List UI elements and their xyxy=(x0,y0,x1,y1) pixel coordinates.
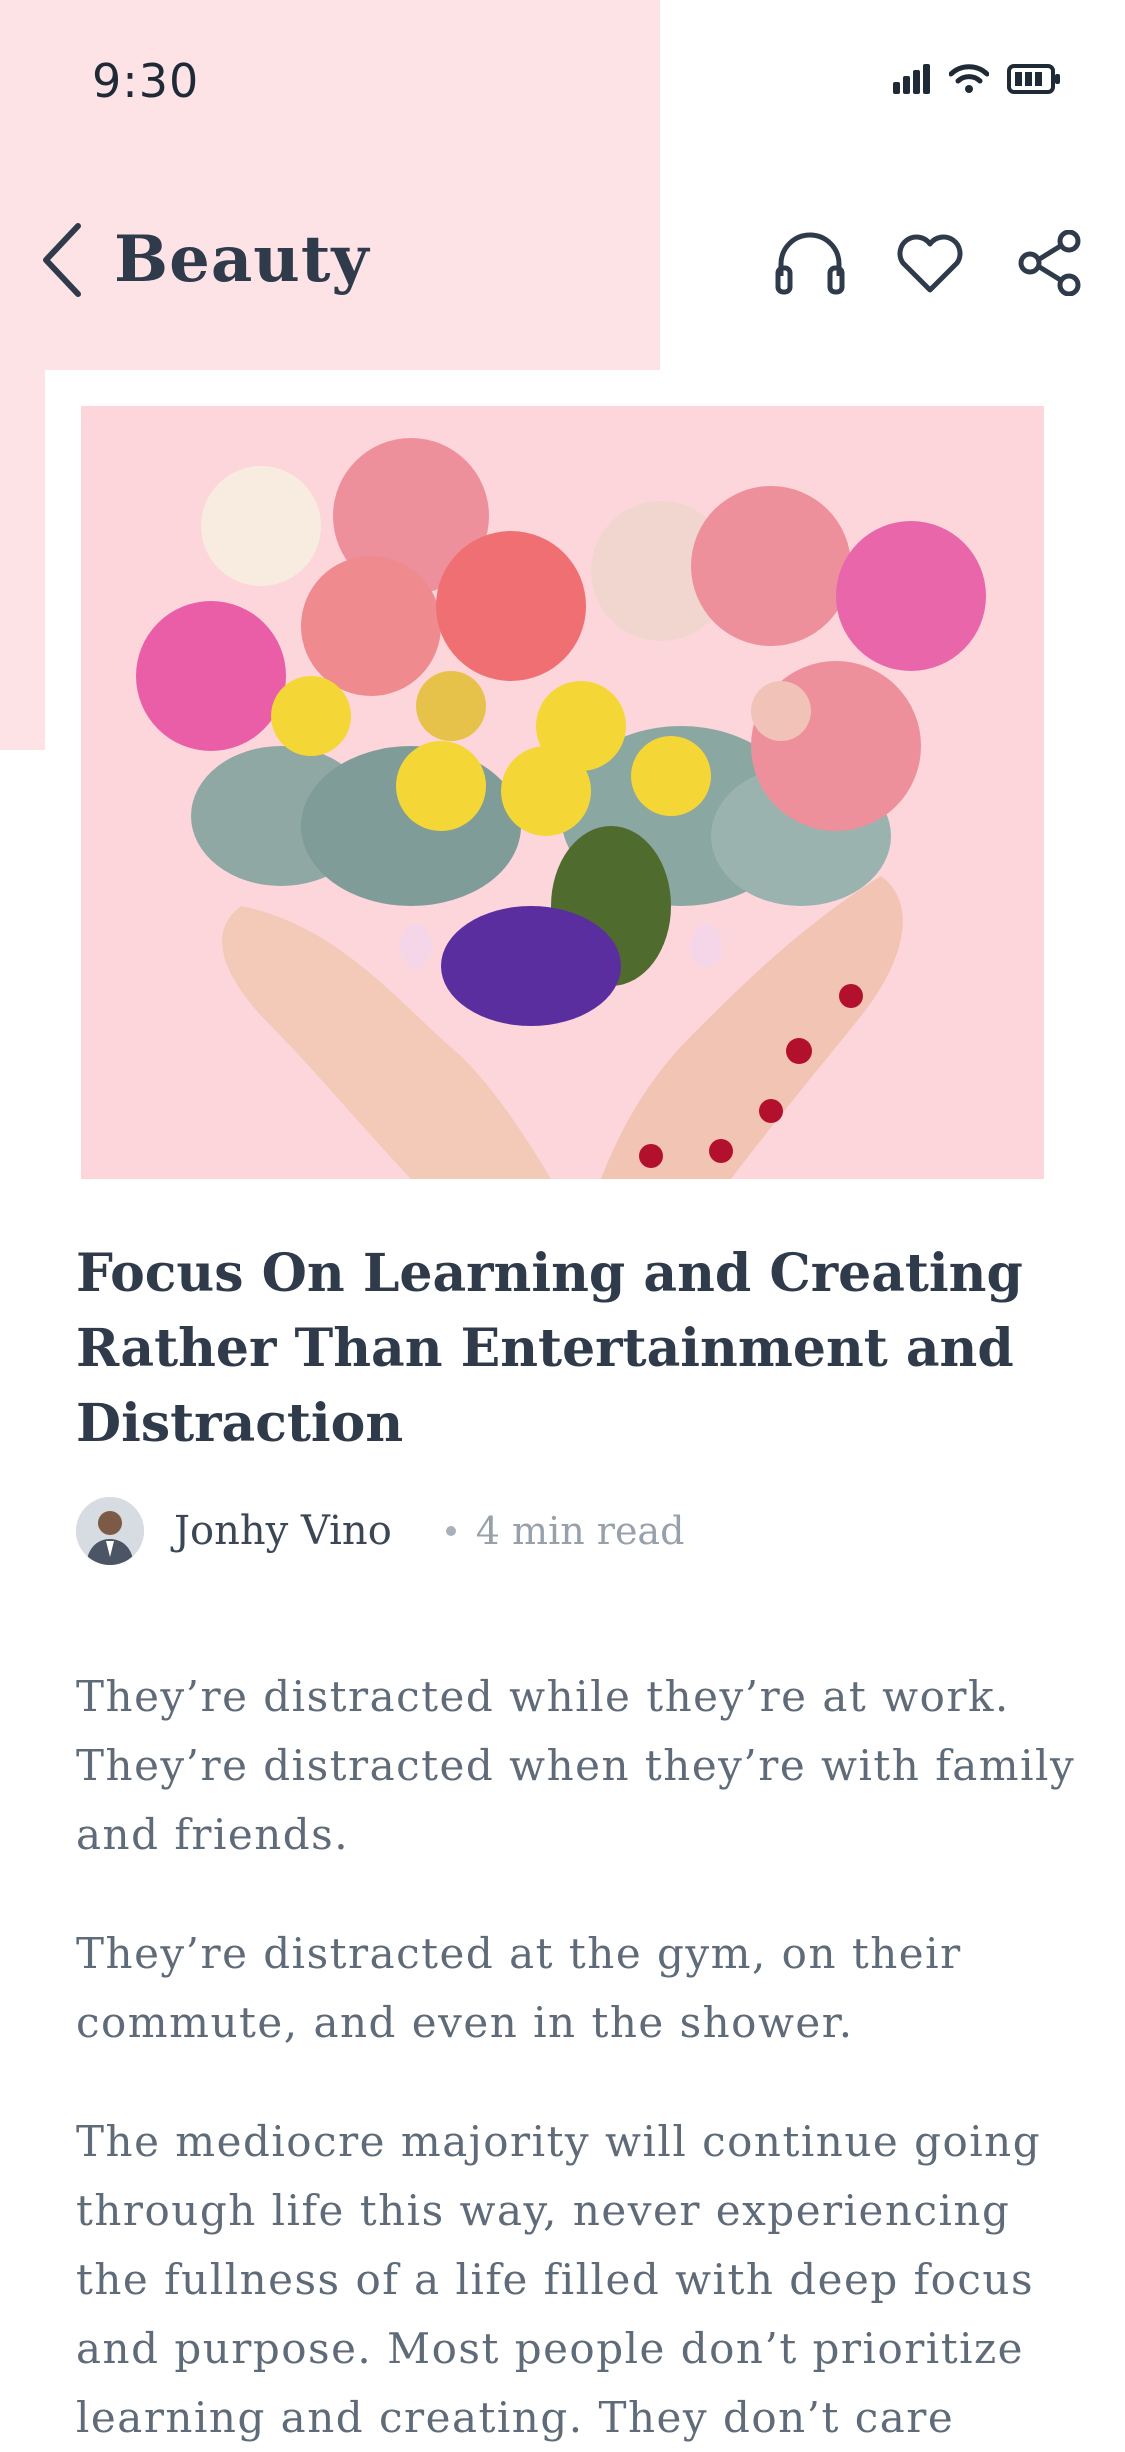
heart-icon xyxy=(897,234,963,293)
chevron-left-icon xyxy=(43,223,81,297)
article-paragraph: They’re distracted at the gym, on their … xyxy=(76,1929,962,2047)
read-time: 4 min read xyxy=(475,1509,685,1553)
favorite-button[interactable] xyxy=(895,228,965,298)
headphones-icon xyxy=(775,232,845,295)
status-icons xyxy=(893,64,1061,98)
share-icon xyxy=(1018,230,1081,296)
wifi-icon xyxy=(948,64,990,98)
battery-icon xyxy=(1007,64,1061,98)
signal-icon xyxy=(893,64,931,98)
separator-dot xyxy=(445,1526,456,1536)
article-title: Focus On Learning and Creating Rather Th… xyxy=(76,1243,1023,1454)
author-name: Jonhy Vino xyxy=(174,1508,392,1554)
share-button[interactable] xyxy=(1015,228,1085,298)
nav-actions xyxy=(775,228,1085,298)
article-paragraph: The mediocre majority will continue goin… xyxy=(76,2117,1042,2442)
article-paragraph: They’re distracted while they’re at work… xyxy=(76,1672,1076,1859)
header-background-strip xyxy=(0,370,45,750)
author-row[interactable]: Jonhy Vino 4 min read xyxy=(76,1496,684,1566)
listen-button[interactable] xyxy=(775,228,845,298)
status-time: 9:30 xyxy=(92,54,200,108)
avatar xyxy=(76,1497,144,1565)
hero-image xyxy=(81,406,1044,1179)
back-button[interactable] xyxy=(40,222,84,302)
page-title: Beauty xyxy=(114,222,370,297)
